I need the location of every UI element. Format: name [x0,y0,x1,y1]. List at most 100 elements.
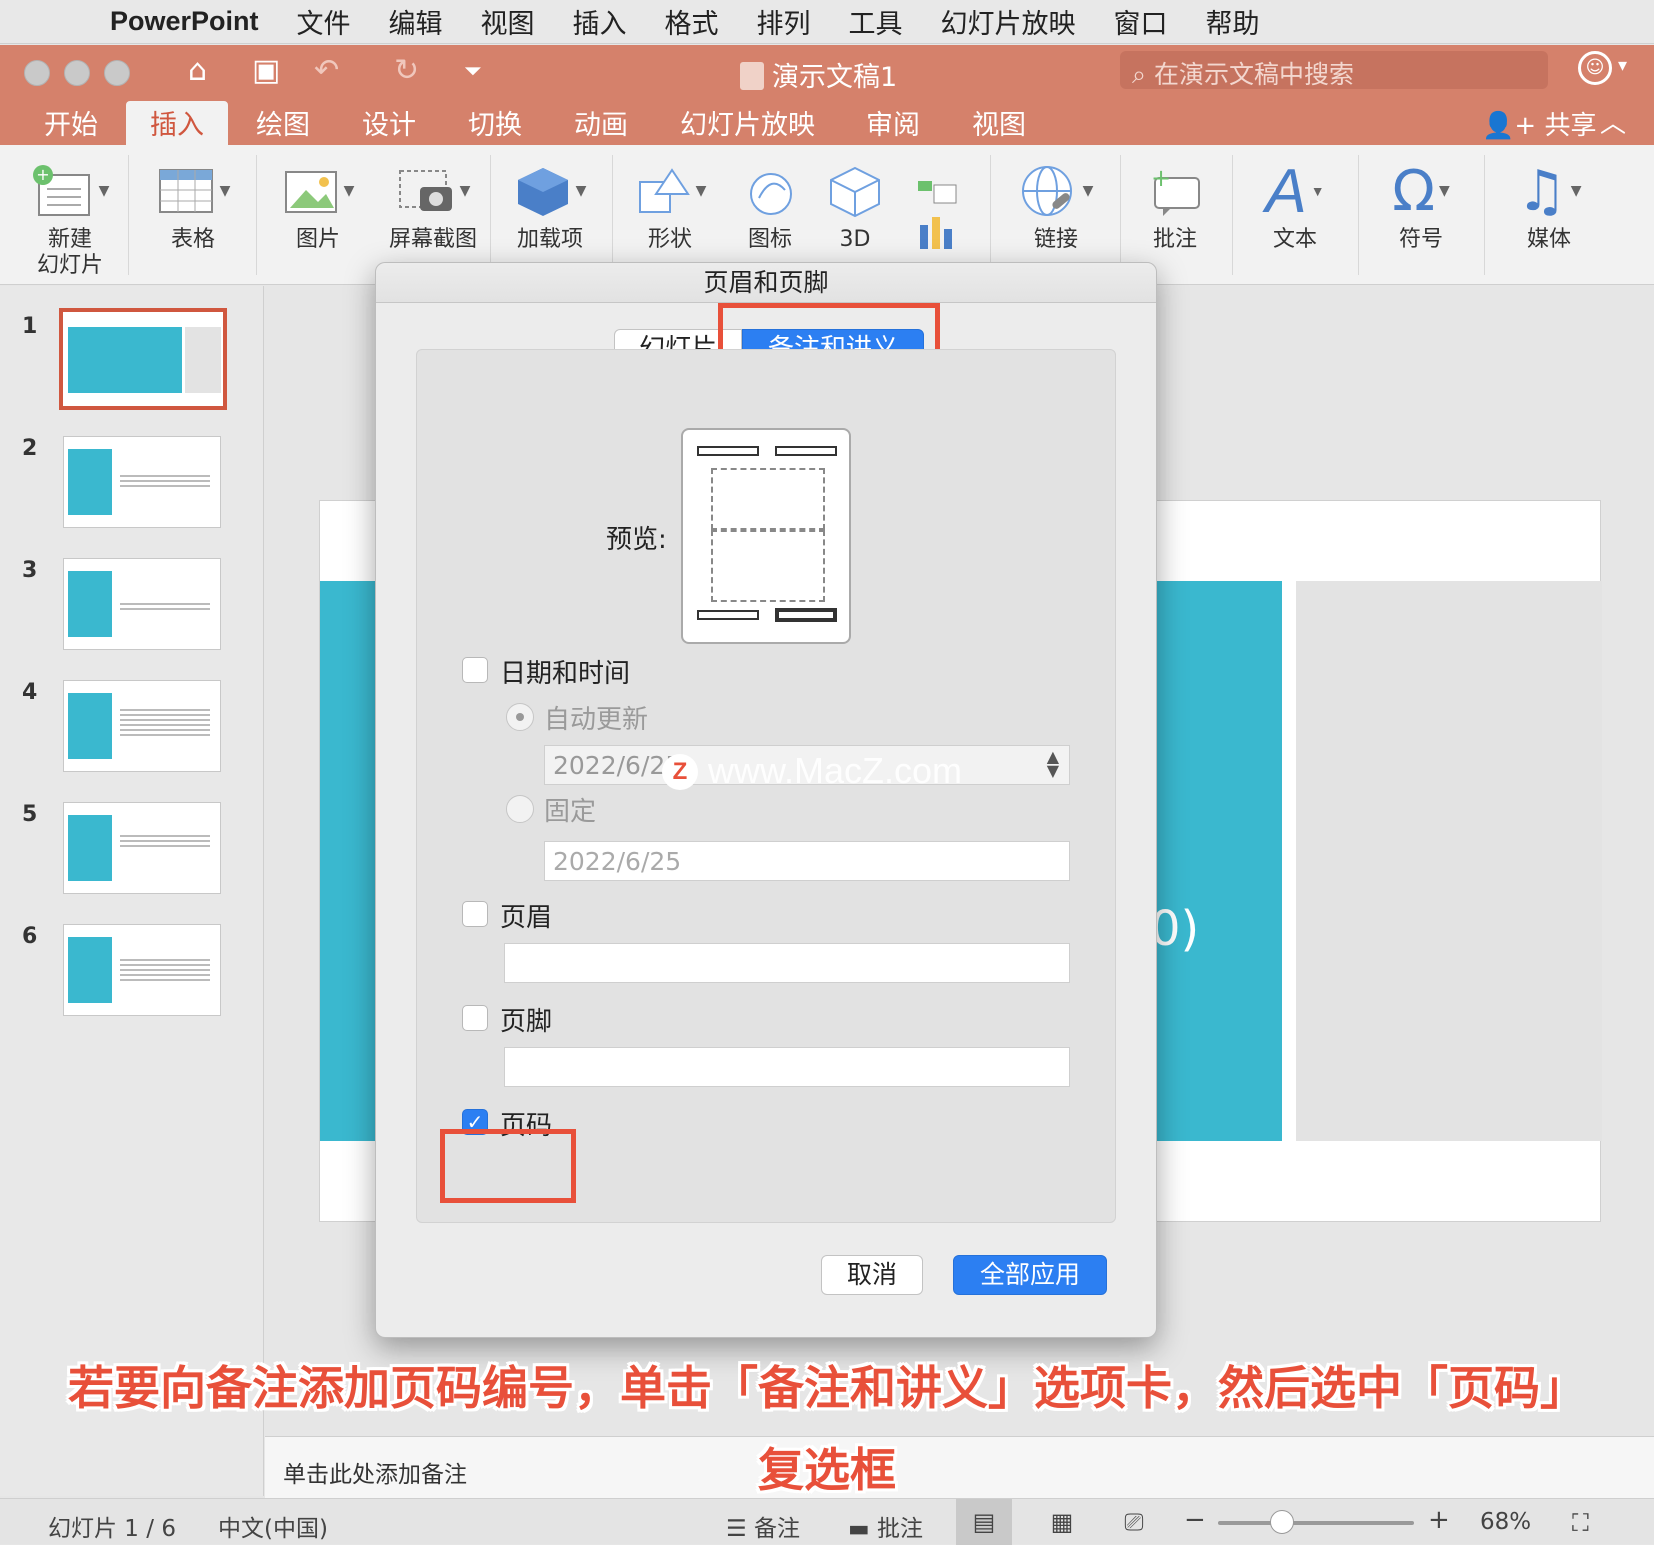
zoom-level[interactable]: 68% [1480,1509,1531,1535]
smartart-chart-button[interactable] [908,155,970,267]
addins-button[interactable]: ▼ 加载项 [508,155,592,253]
auto-update-radio[interactable] [506,703,534,731]
tab-view[interactable]: 视图 [972,103,1026,142]
shapes-button[interactable]: ▼ 形状 [630,155,710,253]
chevron-down-icon[interactable]: ▾ [1618,55,1627,76]
screenshot-label: 屏幕截图 [388,227,477,252]
reading-view-icon[interactable]: ⎚ [1106,1499,1162,1545]
search-input[interactable]: ⌕ 在演示文稿中搜索 [1120,51,1548,89]
tab-design[interactable]: 设计 [362,103,416,142]
comments-toggle-button[interactable]: ▬ 批注 [848,1509,923,1543]
text-label: 文本 [1272,227,1317,252]
menu-format[interactable]: 格式 [665,2,719,41]
footer-checkbox[interactable] [462,1005,488,1031]
menu-help[interactable]: 帮助 [1206,2,1260,41]
thumbnail-teal-block [68,815,112,881]
menu-edit[interactable]: 编辑 [389,2,443,41]
ribbon-divider [128,155,129,275]
cube-icon [820,155,890,227]
save-icon[interactable]: ▣ [252,53,280,88]
customize-toolbar-icon[interactable]: ⏷ [464,59,482,84]
addins-icon: ▼ [508,155,592,227]
apply-to-all-button[interactable]: 全部应用 [953,1255,1107,1295]
omega-icon: Ω ▼ [1392,158,1450,224]
media-button[interactable]: ♫ ▼ 媒体 [1504,155,1594,253]
zoom-in-icon[interactable]: + [1428,1505,1450,1535]
tab-animations[interactable]: 动画 [574,103,628,142]
thumbnail-teal-block [68,693,112,759]
fit-to-window-icon[interactable]: ⛶ [1572,1509,1589,1537]
redo-icon[interactable]: ↻ [394,53,419,88]
slide-number: 6 [22,924,38,949]
new-slide-icon: + ▼ [20,155,120,227]
menu-view[interactable]: 视图 [481,2,535,41]
share-button[interactable]: 👤+ 共享 [1482,105,1596,142]
select-arrows-icon: ▲ ▼ [1046,747,1059,780]
comment-button[interactable]: + 批注 [1140,155,1210,253]
menu-tools[interactable]: 工具 [849,2,903,41]
slide-thumbnail-1[interactable] [59,308,227,410]
text-button[interactable]: A ▼ 文本 [1250,155,1340,253]
3d-models-button[interactable]: 3D [820,155,890,253]
ribbon-divider [1232,155,1233,275]
menu-insert[interactable]: 插入 [573,2,627,41]
date-time-checkbox[interactable] [462,657,488,683]
slide-title-fragment: 0) [1150,901,1200,957]
slide-thumbnail-4[interactable] [63,680,221,772]
slide-thumbnail-2[interactable] [63,436,221,528]
menu-arrange[interactable]: 排列 [757,2,811,41]
slide-sorter-view-icon[interactable]: ▦ [1034,1499,1090,1545]
tab-insert[interactable]: 插入 [126,101,228,145]
picture-button[interactable]: ▼ 图片 [278,155,358,253]
fixed-date-input[interactable]: 2022/6/25 [544,841,1070,881]
slide-thumbnail-3[interactable] [63,558,221,650]
cancel-button[interactable]: 取消 [821,1255,923,1295]
minimize-window-button[interactable] [64,60,90,86]
menu-file[interactable]: 文件 [297,2,351,41]
header-label: 页眉 [500,903,553,933]
window-title-bar: ⌂ ▣ ↶ ↻ ⏷ 演示文稿1 ⌕ 在演示文稿中搜索 ☺ ▾ [0,45,1654,97]
zoom-slider-handle[interactable] [1270,1510,1294,1534]
zoom-window-button[interactable] [104,60,130,86]
picture-icon: ▼ [278,155,358,227]
thumbnail-text-lines [120,835,210,849]
tab-draw[interactable]: 绘图 [256,103,310,142]
zoom-slider[interactable] [1218,1521,1414,1525]
icons-button[interactable]: 图标 [730,155,810,253]
thumbnail-text-lines [120,603,210,611]
tab-review[interactable]: 审阅 [866,103,920,142]
header-text-input[interactable] [504,943,1070,983]
close-window-button[interactable] [24,60,50,86]
tab-transitions[interactable]: 切换 [468,103,522,142]
icons-icon [730,155,810,227]
footer-text-input[interactable] [504,1047,1070,1087]
menu-window[interactable]: 窗口 [1114,2,1168,41]
document-title-text: 演示文稿1 [772,62,898,93]
new-slide-button[interactable]: + ▼ 新建 幻灯片 [20,155,120,279]
language-indicator[interactable]: 中文(中国) [218,1509,328,1543]
undo-icon[interactable]: ↶ [314,53,339,88]
icons-label: 图标 [747,227,792,252]
watermark-text: www.MacZ.com [708,750,963,791]
screenshot-button[interactable]: ▼ 屏幕截图 [378,155,488,253]
menu-slideshow[interactable]: 幻灯片放映 [941,2,1076,41]
notes-toggle-button[interactable]: ☰ 备注 [726,1509,800,1543]
thumbnail-teal-block [68,449,112,515]
fixed-date-radio[interactable] [506,795,534,823]
table-label: 表格 [170,227,215,252]
normal-view-icon[interactable]: ▤ [956,1499,1012,1545]
search-icon: ⌕ [1132,60,1154,89]
symbol-button[interactable]: Ω ▼ 符号 [1380,155,1462,253]
menu-app-name[interactable]: PowerPoint [110,6,259,37]
link-button[interactable]: ▼ 链接 [1010,155,1102,253]
table-button[interactable]: ▼ 表格 [148,155,238,253]
slide-thumbnail-5[interactable] [63,802,221,894]
home-icon[interactable]: ⌂ [188,53,207,88]
collapse-ribbon-icon[interactable]: ︿ [1600,103,1626,140]
tab-home[interactable]: 开始 [44,103,98,142]
header-checkbox[interactable] [462,901,488,927]
slide-thumbnail-6[interactable] [63,924,221,1016]
zoom-out-icon[interactable]: − [1184,1505,1206,1535]
tab-slideshow[interactable]: 幻灯片放映 [680,103,815,142]
feedback-smiley-icon[interactable]: ☺ [1578,51,1612,85]
